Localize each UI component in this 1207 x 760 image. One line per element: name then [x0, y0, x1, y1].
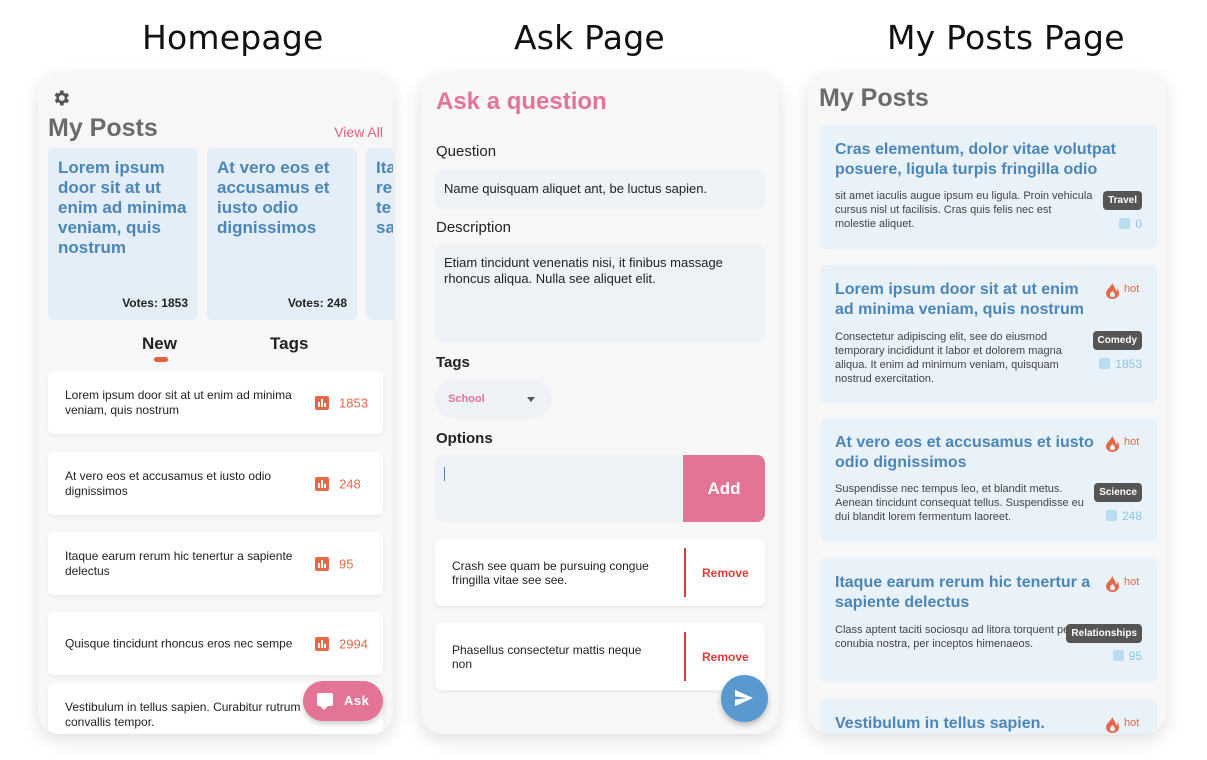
- tab-indicator: [154, 357, 168, 362]
- bar-chart-icon: [1099, 358, 1111, 369]
- vote-stat: 95: [1112, 649, 1142, 663]
- my-posts-title: My Posts: [48, 114, 158, 142]
- post-card-title: Lorem ipsum door sit at ut enim ad minim…: [58, 158, 187, 257]
- hot-label: hot: [1124, 283, 1140, 295]
- add-option-button[interactable]: Add: [683, 455, 765, 522]
- post-description: Class aptent taciti sociosqu ad litora t…: [835, 624, 1073, 650]
- list-item-text: At vero eos et accusamus et iusto odio d…: [65, 468, 272, 498]
- hot-label: hot: [1124, 717, 1140, 729]
- divider: [684, 548, 686, 597]
- option-input[interactable]: [435, 455, 684, 522]
- hot-label: hot: [1124, 436, 1140, 448]
- tag-badge: Travel: [1103, 191, 1142, 210]
- chat-icon: [317, 693, 333, 710]
- my-posts-screen: My Posts Cras elementum, dolor vitae vol…: [808, 72, 1166, 734]
- post-card-votes: Votes: 1853: [122, 296, 188, 310]
- vote-stat: 248: [1105, 509, 1142, 523]
- remove-option-button[interactable]: Remove: [702, 566, 749, 580]
- post-card[interactable]: Itaque earum rerum hic tenertur a sapien…: [820, 558, 1157, 682]
- flame-icon: [1106, 576, 1119, 592]
- ask-button-label: Ask: [344, 693, 370, 708]
- bar-chart-icon: [1119, 218, 1131, 229]
- post-title: Cras elementum, dolor vitae volutpat pos…: [835, 141, 1116, 178]
- tag-badge: Relationships: [1066, 624, 1142, 643]
- list-item[interactable]: At vero eos et accusamus et iusto odio d…: [48, 452, 383, 515]
- text-cursor: [444, 467, 445, 481]
- list-item[interactable]: Lorem ipsum door sit at ut enim ad minim…: [48, 371, 383, 434]
- options-label: Options: [436, 430, 493, 447]
- flame-icon: [1106, 717, 1119, 733]
- option-text: Crash see quam be pursuing congue fringi…: [452, 558, 649, 587]
- post-card[interactable]: Lorem ipsum door sit at ut enim ad minim…: [48, 148, 198, 320]
- tag-badge: Science: [1094, 483, 1142, 502]
- post-description: Consectetur adipiscing elit, see do eius…: [835, 331, 1062, 385]
- list-item-text: Itaque earum rerum hic tenertur a sapien…: [65, 548, 293, 578]
- my-posts-page-heading: My Posts Page: [887, 18, 1125, 57]
- bar-chart-icon: [1105, 510, 1117, 521]
- tag-select[interactable]: School: [435, 379, 552, 419]
- vote-count: 95: [339, 556, 354, 571]
- list-item-text: Quisque tincidunt rhoncus eros nec sempe: [65, 636, 293, 650]
- vote-stat: 1853: [1099, 357, 1142, 371]
- tags-label: Tags: [436, 354, 470, 371]
- bar-chart-icon: [315, 395, 329, 410]
- post-card[interactable]: Vestibulum in tellus sapien. hot: [820, 699, 1157, 734]
- post-card[interactable]: At vero eos et accusamus et iusto odio d…: [820, 418, 1157, 542]
- gear-icon[interactable]: [51, 88, 71, 108]
- option-item: Crash see quam be pursuing congue fringi…: [435, 539, 765, 606]
- ask-page-heading: Ask Page: [514, 18, 665, 57]
- bar-chart-icon: [1112, 650, 1124, 661]
- post-card[interactable]: At vero eos et accusamus et iusto odio d…: [207, 148, 357, 320]
- bar-chart-icon: [315, 556, 329, 571]
- homepage-heading: Homepage: [142, 18, 324, 57]
- view-all-link[interactable]: View All: [334, 124, 383, 140]
- homepage-screen: My Posts View All Lorem ipsum door sit a…: [38, 72, 393, 734]
- flame-icon: [1106, 283, 1119, 299]
- post-description: Suspendisse nec tempus leo, et blandit m…: [835, 483, 1084, 523]
- page-title: My Posts: [819, 84, 929, 112]
- divider: [684, 632, 686, 681]
- tag-select-value: School: [448, 393, 485, 405]
- page-title: Ask a question: [436, 88, 607, 115]
- dropdown-arrow-icon: [527, 397, 535, 402]
- vote-count: 2994: [339, 636, 368, 651]
- tag-badge: Comedy: [1092, 331, 1142, 350]
- post-card-title: Ita re te sa: [376, 158, 393, 237]
- post-card-votes: Votes: 248: [287, 296, 347, 310]
- post-card[interactable]: Ita re te sa: [366, 148, 393, 320]
- tab-tags[interactable]: Tags: [270, 334, 308, 354]
- list-item[interactable]: Itaque earum rerum hic tenertur a sapien…: [48, 532, 383, 595]
- post-title: Vestibulum in tellus sapien.: [835, 715, 1045, 732]
- vote-stat: 0: [1119, 217, 1142, 231]
- ask-button[interactable]: Ask: [303, 681, 383, 721]
- option-item: Phasellus consectetur mattis neque non R…: [435, 623, 765, 690]
- list-item-text: Lorem ipsum door sit at ut enim ad minim…: [65, 387, 292, 417]
- question-label: Question: [436, 143, 497, 160]
- option-text: Phasellus consectetur mattis neque non: [452, 642, 642, 671]
- vote-count: 1853: [339, 395, 368, 410]
- post-description: sit amet iaculis augue ipsum eu ligula. …: [835, 190, 1093, 230]
- remove-option-button[interactable]: Remove: [702, 650, 749, 664]
- post-card-title: At vero eos et accusamus et iusto odio d…: [217, 158, 330, 237]
- bar-chart-icon: [315, 476, 329, 491]
- post-card[interactable]: Lorem ipsum door sit at ut enim ad minim…: [820, 265, 1157, 403]
- tab-new[interactable]: New: [142, 334, 177, 354]
- send-icon: [735, 689, 753, 707]
- description-field[interactable]: Etiam tincidunt venenatis nisi, it finib…: [435, 245, 765, 343]
- ask-page-screen: Ask a question Question Name quisquam al…: [421, 72, 779, 734]
- post-title: Lorem ipsum door sit at ut enim ad minim…: [835, 281, 1084, 318]
- bar-chart-icon: [315, 636, 329, 651]
- post-card[interactable]: Cras elementum, dolor vitae volutpat pos…: [820, 125, 1157, 249]
- question-field[interactable]: Name quisquam aliquet ant, be luctus sap…: [435, 169, 765, 209]
- vote-count: 248: [339, 476, 361, 491]
- send-button[interactable]: [721, 675, 768, 722]
- list-item-text: Vestibulum in tellus sapien. Curabitur r…: [65, 699, 301, 729]
- post-title: Itaque earum rerum hic tenertur a sapien…: [835, 574, 1091, 611]
- flame-icon: [1106, 436, 1119, 452]
- hot-label: hot: [1124, 576, 1140, 588]
- post-title: At vero eos et accusamus et iusto odio d…: [835, 434, 1094, 471]
- list-item[interactable]: Quisque tincidunt rhoncus eros nec sempe…: [48, 612, 383, 675]
- description-label: Description: [436, 219, 512, 236]
